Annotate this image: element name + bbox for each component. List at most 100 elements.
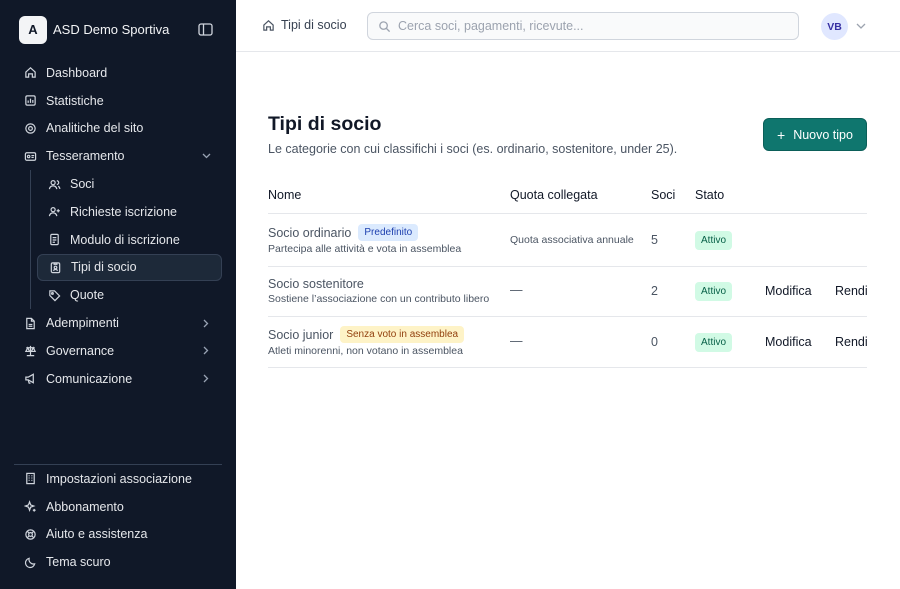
sidebar-item-tema-scuro[interactable]: Tema scuro — [14, 548, 222, 576]
breadcrumb-label: Tipi di socio — [281, 18, 347, 32]
sidebar-item-quote[interactable]: Quote — [37, 281, 222, 309]
make-default-button[interactable]: Rendi — [835, 284, 868, 298]
topbar: Tipi di socio VB — [236, 0, 900, 52]
sidebar-item-richieste-iscrizione[interactable]: Richieste iscrizione — [37, 198, 222, 226]
lifebuoy-icon — [23, 527, 37, 541]
sidebar-item-label: Soci — [70, 177, 95, 192]
sidebar-item-abbonamento[interactable]: Abbonamento — [14, 493, 222, 521]
table-row[interactable]: Socio sostenitore Sostiene l’associazion… — [268, 267, 868, 317]
sidebar-item-label: Tesseramento — [46, 149, 125, 164]
avatar[interactable]: VB — [821, 13, 848, 40]
member-count: 5 — [651, 233, 658, 247]
page-subtitle: Le categorie con cui classifichi i soci … — [268, 142, 678, 156]
id-card-icon — [23, 149, 37, 163]
sidebar-toggle-button[interactable] — [196, 20, 215, 39]
sidebar-item-label: Governance — [46, 343, 115, 358]
chevron-right-icon — [200, 373, 212, 385]
sidebar-item-label: Dashboard — [46, 65, 108, 80]
sidebar-item-label: Comunicazione — [46, 371, 133, 386]
user-plus-icon — [47, 205, 61, 219]
scale-icon — [23, 344, 37, 358]
brand-logo: A — [19, 15, 47, 44]
sidebar-item-label: Adempimenti — [46, 316, 119, 331]
brand[interactable]: A ASD Demo Sportiva — [19, 15, 219, 44]
sidebar-item-comunicazione[interactable]: Comunicazione — [14, 365, 222, 393]
sidebar-item-governance[interactable]: Governance — [14, 337, 222, 365]
search-icon — [378, 20, 391, 33]
breadcrumb[interactable]: Tipi di socio — [262, 18, 347, 32]
status-badge: Attivo — [695, 282, 733, 301]
sidebar-item-label: Abbonamento — [46, 499, 124, 514]
linked-quota: — — [510, 334, 523, 348]
sidebar: A ASD Demo Sportiva Dashboard Statistich… — [0, 0, 236, 589]
new-type-button[interactable]: + Nuovo tipo — [763, 118, 867, 151]
type-description: Sostiene l’associazione con un contribut… — [268, 293, 490, 305]
sidebar-item-label: Tipi di socio — [71, 260, 137, 275]
sidebar-footer-nav: Impostazioni associazione Abbonamento Ai… — [14, 465, 222, 576]
sidebar-item-tipi-di-socio[interactable]: Tipi di socio — [37, 253, 222, 282]
sidebar-item-modulo-iscrizione[interactable]: Modulo di iscrizione — [37, 226, 222, 254]
sidebar-item-tesseramento[interactable]: Tesseramento — [14, 142, 222, 170]
member-count: 0 — [651, 335, 658, 349]
default-badge: Predefinito — [358, 224, 419, 241]
sidebar-item-label: Tema scuro — [46, 555, 111, 570]
linked-quota: — — [510, 283, 523, 297]
form-icon — [47, 233, 61, 247]
file-icon — [23, 316, 37, 330]
type-name-text: Socio junior — [268, 327, 334, 342]
sidebar-item-statistiche[interactable]: Statistiche — [14, 87, 222, 115]
column-header-status: Stato — [695, 188, 725, 202]
building-icon — [23, 472, 37, 486]
status-cell: Attivo — [695, 230, 733, 250]
chevron-down-icon[interactable] — [855, 20, 867, 32]
chevron-right-icon — [200, 317, 212, 329]
chevron-right-icon — [200, 345, 212, 357]
sidebar-item-analitiche[interactable]: Analitiche del sito — [14, 115, 222, 143]
type-description: Partecipa alle attività e vota in assemb… — [268, 243, 462, 255]
search-box[interactable] — [367, 12, 799, 40]
make-default-button[interactable]: Rendi — [835, 335, 868, 349]
tesseramento-submenu: Soci Richieste iscrizione Modulo di iscr… — [30, 170, 222, 310]
table-row[interactable]: Socio junior Senza voto in assemblea Atl… — [268, 317, 868, 368]
sidebar-item-label: Analitiche del sito — [46, 121, 144, 136]
page-title: Tipi di socio — [268, 113, 382, 135]
type-name-text: Socio ordinario — [268, 225, 352, 240]
sidebar-item-label: Modulo di iscrizione — [70, 232, 180, 247]
users-icon — [47, 177, 61, 191]
sidebar-item-aiuto[interactable]: Aiuto e assistenza — [14, 521, 222, 549]
new-type-button-label: Nuovo tipo — [793, 127, 853, 142]
sidebar-item-label: Aiuto e assistenza — [46, 527, 148, 542]
tag-icon — [47, 288, 61, 302]
megaphone-icon — [23, 372, 37, 386]
type-name: Socio junior Senza voto in assemblea — [268, 326, 465, 343]
edit-button[interactable]: Modifica — [765, 284, 812, 298]
chart-icon — [23, 94, 37, 108]
sidebar-nav: Dashboard Statistiche Analitiche del sit… — [14, 59, 222, 393]
member-types-table: Nome Quota collegata Soci Stato Socio or… — [268, 176, 868, 368]
analytics-icon — [23, 121, 37, 135]
brand-name: ASD Demo Sportiva — [53, 22, 170, 37]
member-count: 2 — [651, 284, 658, 298]
sidebar-toggle-icon — [198, 23, 213, 36]
column-header-quota: Quota collegata — [510, 188, 598, 202]
sidebar-item-adempimenti[interactable]: Adempimenti — [14, 309, 222, 337]
type-name: Socio sostenitore — [268, 277, 364, 291]
chevron-down-icon — [200, 150, 212, 162]
type-description: Atleti minorenni, non votano in assemble… — [268, 345, 463, 357]
sidebar-item-label: Impostazioni associazione — [46, 471, 192, 486]
sidebar-item-dashboard[interactable]: Dashboard — [14, 59, 222, 87]
type-name-text: Socio sostenitore — [268, 277, 364, 291]
moon-icon — [23, 555, 37, 569]
sidebar-item-impostazioni[interactable]: Impostazioni associazione — [14, 465, 222, 493]
no-vote-badge: Senza voto in assemblea — [340, 326, 465, 343]
table-row[interactable]: Socio ordinario Predefinito Partecipa al… — [268, 214, 867, 267]
plus-icon: + — [777, 126, 786, 143]
type-name: Socio ordinario Predefinito — [268, 224, 419, 241]
search-input[interactable] — [398, 19, 778, 33]
home-icon — [262, 19, 275, 32]
status-cell: Attivo — [695, 332, 733, 352]
edit-button[interactable]: Modifica — [765, 335, 812, 349]
sidebar-item-label: Richieste iscrizione — [70, 204, 177, 219]
sidebar-item-soci[interactable]: Soci — [37, 170, 222, 198]
column-header-members: Soci — [651, 188, 676, 202]
